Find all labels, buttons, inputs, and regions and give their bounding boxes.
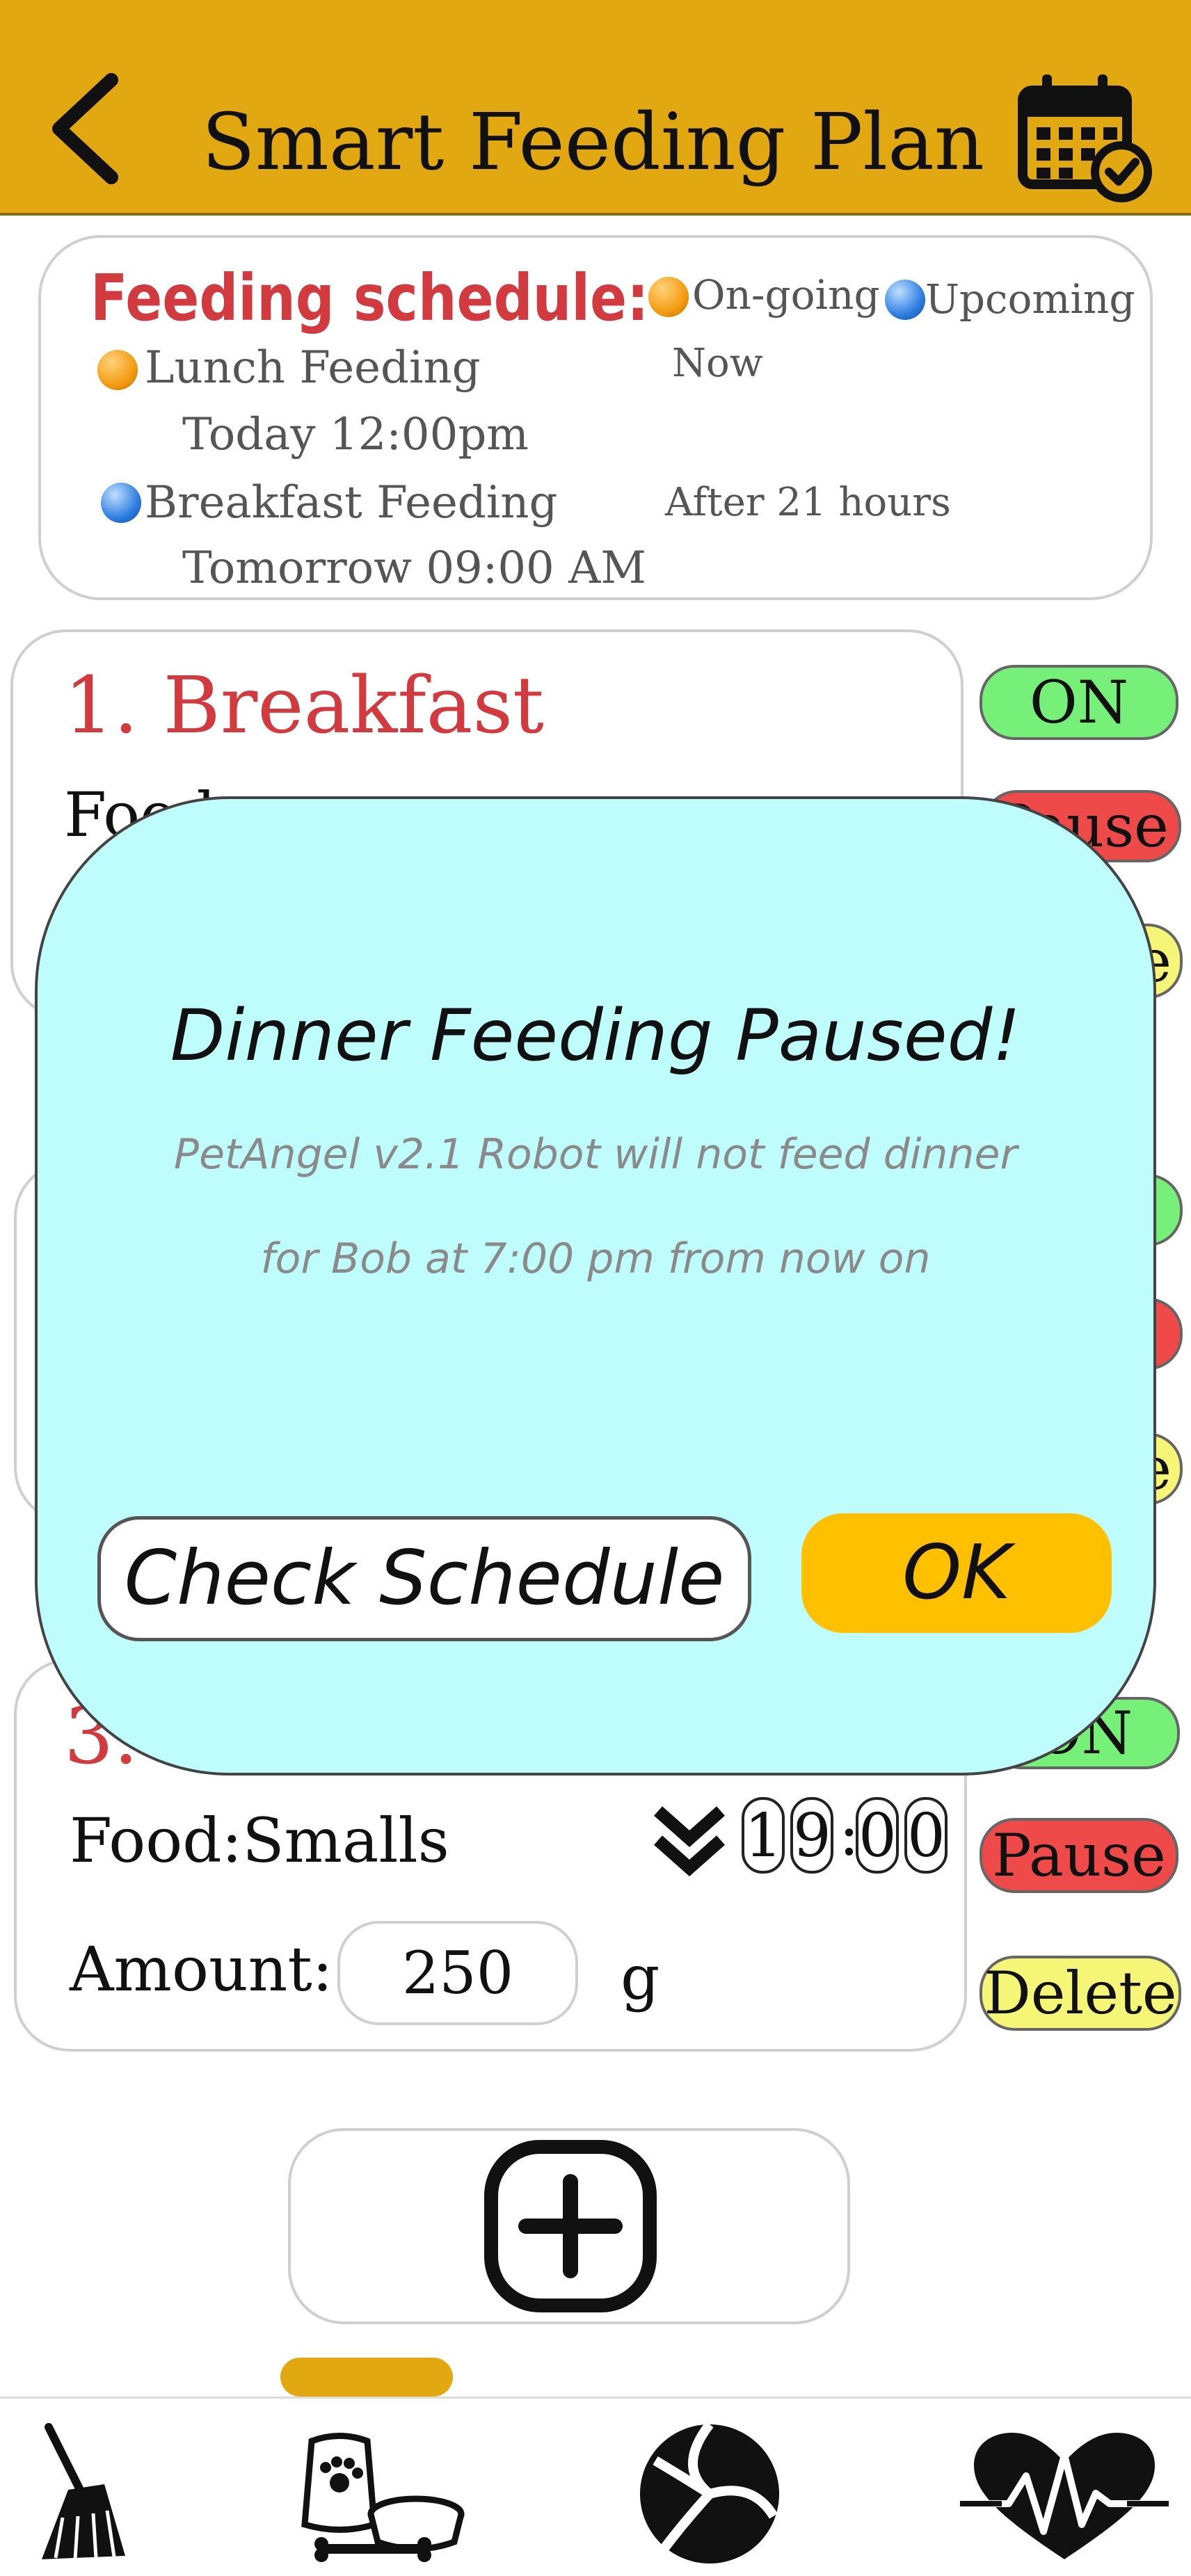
schedule-item-time: Tomorrow 09:00 AM bbox=[182, 542, 646, 594]
plus-square-icon[interactable] bbox=[483, 2139, 658, 2314]
time-digit[interactable]: 0 bbox=[904, 1797, 948, 1874]
chevron-double-down-icon[interactable] bbox=[653, 1803, 726, 1878]
broom-icon[interactable] bbox=[28, 2420, 132, 2566]
plan-title: 1. Breakfast bbox=[64, 661, 544, 751]
amount-label: Amount: bbox=[70, 1933, 333, 2005]
upcoming-dot-icon bbox=[885, 280, 925, 320]
food-label: Food:Smalls bbox=[70, 1805, 449, 1876]
amount-input[interactable]: 250 bbox=[337, 1921, 578, 2025]
time-digit[interactable]: 0 bbox=[856, 1797, 899, 1874]
legend-ongoing: On-going bbox=[692, 271, 880, 319]
delete-button[interactable]: Delete bbox=[980, 1956, 1181, 2031]
dialog-message-line2: for Bob at 7:00 pm from now on bbox=[260, 1234, 931, 1283]
ball-icon[interactable] bbox=[634, 2419, 785, 2569]
upcoming-dot-icon bbox=[101, 483, 141, 523]
schedule-item-name: Breakfast Feeding bbox=[145, 477, 558, 529]
ongoing-dot-icon bbox=[97, 350, 138, 390]
legend-upcoming: Upcoming bbox=[925, 275, 1135, 323]
schedule-title: Feeding schedule: bbox=[90, 261, 649, 335]
calendar-check-icon[interactable] bbox=[1016, 66, 1155, 205]
ongoing-dot-icon bbox=[648, 277, 689, 317]
dialog-message-line1: PetAngel v2.1 Robot will not feed dinner bbox=[173, 1130, 1018, 1179]
schedule-item-time: Today 12:00pm bbox=[182, 409, 529, 460]
heartbeat-icon[interactable] bbox=[960, 2427, 1169, 2566]
pause-button[interactable]: Pause bbox=[980, 1818, 1178, 1893]
bottom-divider bbox=[0, 2397, 1191, 2399]
check-schedule-button[interactable]: Check Schedule bbox=[97, 1516, 751, 1641]
amount-unit: g bbox=[621, 1942, 660, 2013]
page-title: Smart Feeding Plan bbox=[202, 97, 985, 188]
on-button[interactable]: ON bbox=[980, 665, 1178, 740]
dialog-title: Dinner Feeding Paused! bbox=[170, 995, 1021, 1077]
ok-button[interactable]: OK bbox=[801, 1513, 1112, 1633]
time-digit[interactable]: 9 bbox=[790, 1797, 833, 1874]
chevron-left-icon[interactable] bbox=[42, 70, 125, 188]
schedule-item-name: Lunch Feeding bbox=[145, 342, 481, 394]
time-digit[interactable]: 1 bbox=[742, 1797, 785, 1874]
pet-food-icon[interactable] bbox=[298, 2427, 465, 2566]
active-tab-indicator bbox=[280, 2358, 453, 2397]
schedule-item-status: Now bbox=[672, 341, 763, 386]
schedule-item-status: After 21 hours bbox=[665, 480, 951, 525]
